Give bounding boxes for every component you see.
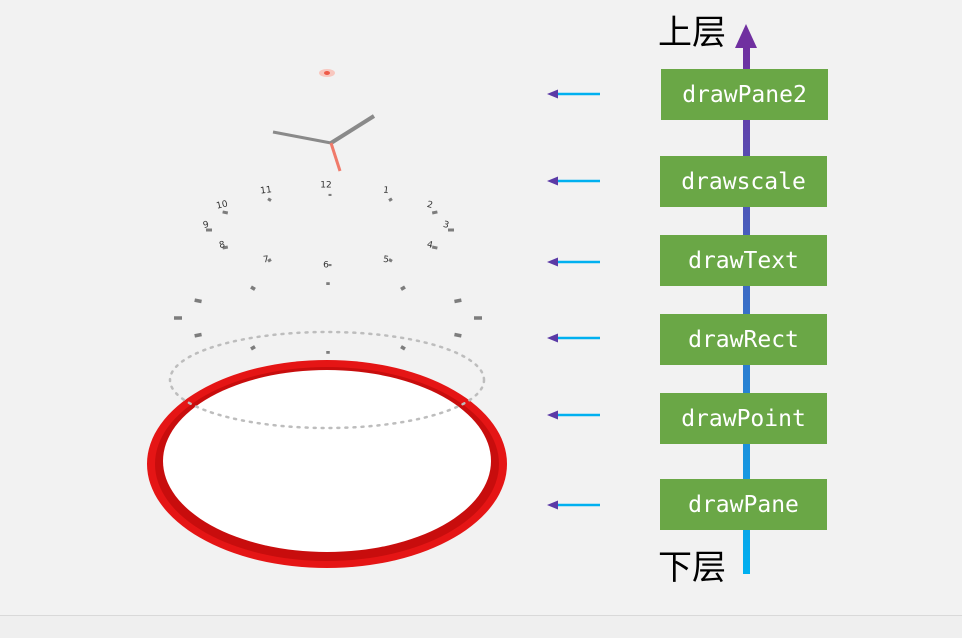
scale-layer-ticks	[206, 194, 454, 266]
rect-layer-tick	[251, 347, 255, 349]
rect-layer-tick	[454, 300, 461, 301]
layer-box-drawpane: drawPane	[660, 479, 827, 530]
clock-hand-hour	[331, 116, 374, 143]
scale-layer-tick	[389, 259, 392, 261]
clock-number: 5	[382, 255, 389, 266]
layer-pointers	[547, 90, 660, 510]
rect-layer-tick	[454, 335, 461, 336]
top-point-marker	[319, 69, 335, 77]
layer-pointer-arrow	[547, 411, 660, 420]
bottom-layer-label: 下层	[658, 551, 726, 585]
rect-layer-tick	[195, 300, 202, 301]
clock-hand-second	[331, 143, 340, 171]
layer-box-drawpoint: drawPoint	[660, 393, 827, 444]
layer-pointer-arrow	[547, 334, 660, 343]
scale-layer-tick	[432, 212, 437, 213]
scale-layer-tick	[268, 199, 271, 201]
layer-box-drawrect: drawRect	[660, 314, 827, 365]
clock-number: 12	[320, 181, 331, 191]
layer-box-drawscale: drawscale	[660, 156, 827, 207]
pane-face	[163, 370, 491, 552]
layer-pointer-arrow	[547, 258, 660, 267]
layer-pointer-arrow	[547, 501, 660, 510]
clock-number: 6	[323, 261, 329, 271]
clock-number: 2	[426, 200, 434, 211]
rect-layer-tick	[251, 287, 255, 289]
rect-layer-ticks	[174, 282, 482, 354]
layer-pointer-arrow	[547, 177, 660, 186]
rect-layer-tick	[401, 347, 405, 349]
scale-layer-tick	[223, 212, 228, 213]
clock-number: 1	[382, 186, 389, 197]
clock-number: 10	[215, 199, 229, 211]
layer-box-drawpane2: drawPane2	[661, 69, 828, 120]
scale-layer-tick	[432, 247, 437, 248]
bottom-status-strip	[0, 615, 962, 638]
pane-layer-illustration	[147, 360, 507, 568]
layer-pointer-arrow	[547, 90, 660, 99]
clock-number: 8	[218, 240, 226, 251]
top-layer-label: 上层	[658, 16, 726, 50]
clock-hands	[273, 116, 374, 171]
rect-layer-tick	[401, 287, 405, 289]
rect-layer-tick	[195, 335, 202, 336]
layer-axis-arrowhead	[735, 24, 757, 48]
clock-number: 9	[202, 220, 210, 231]
clock-number: 11	[260, 185, 273, 196]
text-layer-clock-numbers: 123456789101112	[202, 181, 450, 271]
layer-box-drawtext: drawText	[660, 235, 827, 286]
scale-layer-tick	[389, 199, 392, 201]
clock-number: 4	[426, 240, 434, 251]
clock-hand-minute	[273, 132, 331, 143]
clock-number: 7	[263, 255, 270, 266]
